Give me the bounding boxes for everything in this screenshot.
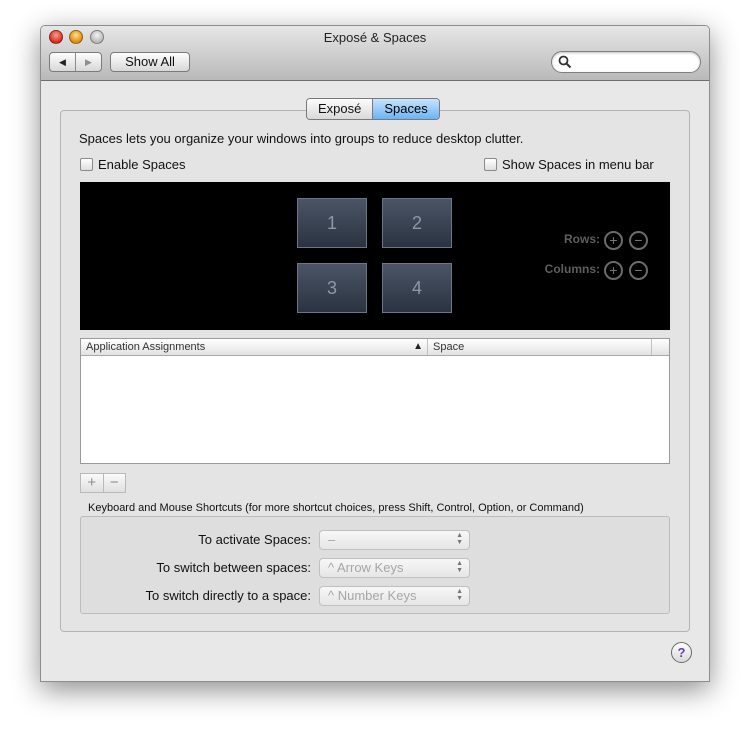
help-button[interactable]: ? (671, 642, 692, 663)
column-header-space[interactable]: Space (427, 339, 651, 355)
show-in-menubar-label: Show Spaces in menu bar (502, 157, 654, 172)
application-assignments-table[interactable]: Application Assignments ▲ Space (80, 338, 670, 464)
popup-arrows-icon: ▲ ▼ (456, 588, 463, 602)
activate-spaces-label: To activate Spaces: (198, 532, 311, 547)
column-header-application[interactable]: Application Assignments ▲ (81, 339, 427, 355)
rows-label: Rows: (564, 232, 600, 246)
add-column-button[interactable]: + (604, 261, 623, 280)
remove-row-button[interactable]: − (629, 231, 648, 250)
remove-assignment-button[interactable]: − (102, 474, 126, 492)
space-tile-2[interactable]: 2 (382, 198, 452, 248)
forward-button[interactable]: ▶ (75, 53, 101, 71)
activate-spaces-popup[interactable]: – ▲ ▼ (319, 530, 470, 550)
add-row-button[interactable]: + (604, 231, 623, 250)
show-all-button[interactable]: Show All (110, 52, 190, 72)
add-assignment-button[interactable]: + (81, 474, 103, 492)
activate-spaces-value: – (328, 532, 336, 547)
column-header-empty (651, 339, 669, 355)
shortcuts-title: Keyboard and Mouse Shortcuts (for more s… (88, 502, 584, 514)
forward-arrow-icon: ▶ (85, 56, 92, 67)
switch-between-label: To switch between spaces: (156, 560, 311, 575)
space-tile-3[interactable]: 3 (297, 263, 367, 313)
tab-bar: Exposé Spaces (306, 98, 440, 120)
switch-between-popup[interactable]: ^ Arrow Keys ▲ ▼ (319, 558, 470, 578)
search-icon (558, 55, 572, 69)
switch-between-value: ^ Arrow Keys (328, 560, 404, 575)
nav-segment: ◀ ▶ (49, 52, 102, 72)
switch-directly-label: To switch directly to a space: (145, 588, 311, 603)
show-in-menubar-checkbox[interactable]: Show Spaces in menu bar (484, 157, 654, 172)
columns-label: Columns: (544, 262, 600, 276)
checkbox-box[interactable] (484, 158, 497, 171)
space-tile-4[interactable]: 4 (382, 263, 452, 313)
spaces-grid-panel: 1 2 3 4 Rows: + − Columns: + − (80, 182, 670, 330)
back-button[interactable]: ◀ (50, 53, 75, 71)
switch-directly-value: ^ Number Keys (328, 588, 417, 603)
remove-column-button[interactable]: − (629, 261, 648, 280)
table-header: Application Assignments ▲ Space (81, 339, 669, 356)
enable-spaces-checkbox[interactable]: Enable Spaces (80, 157, 185, 172)
enable-spaces-label: Enable Spaces (98, 157, 186, 172)
tab-expose[interactable]: Exposé (307, 99, 373, 119)
tab-spaces[interactable]: Spaces (372, 99, 439, 119)
window-title: Exposé & Spaces (323, 30, 427, 45)
sort-ascending-icon: ▲ (413, 341, 423, 352)
title-bar: Exposé & Spaces ◀ ▶ Show All (41, 26, 709, 81)
search-field[interactable] (551, 51, 701, 73)
spaces-description: Spaces lets you organize your windows in… (79, 131, 524, 146)
shortcuts-box: To activate Spaces: – ▲ ▼ To switch betwe… (80, 516, 670, 614)
popup-arrows-icon: ▲ ▼ (456, 560, 463, 574)
checkbox-box[interactable] (80, 158, 93, 171)
switch-directly-popup[interactable]: ^ Number Keys ▲ ▼ (319, 586, 470, 606)
popup-arrows-icon: ▲ ▼ (456, 532, 463, 546)
space-tile-1[interactable]: 1 (297, 198, 367, 248)
list-edit-buttons: + − (80, 473, 126, 493)
preferences-window: Exposé & Spaces ◀ ▶ Show All Exposé Spac… (40, 25, 710, 682)
back-arrow-icon: ◀ (59, 56, 66, 67)
column-header-application-label: Application Assignments (86, 341, 206, 353)
